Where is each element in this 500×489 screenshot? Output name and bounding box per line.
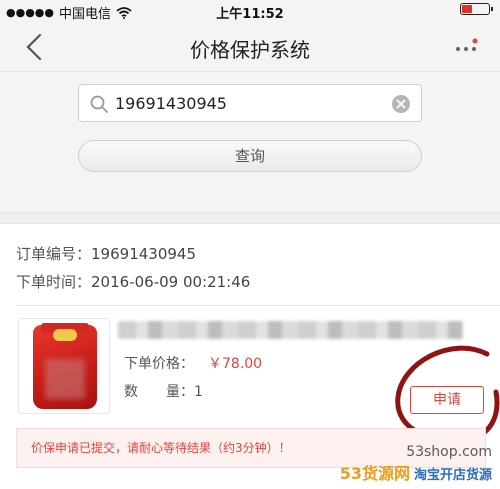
search-icon	[90, 95, 108, 113]
price-row: 下单价格： ￥78.00	[124, 353, 262, 373]
order-time-label: 下单时间：	[16, 273, 92, 291]
clear-icon[interactable]	[391, 94, 411, 114]
info-divider	[16, 305, 500, 306]
battery-level	[462, 5, 472, 13]
status-time: 上午11:52	[216, 7, 284, 22]
watermark-brand: 53货源网	[339, 464, 410, 483]
search-box[interactable]	[78, 84, 422, 122]
page-title: 价格保护系统	[190, 38, 310, 62]
section-divider	[0, 212, 500, 224]
apply-button[interactable]: 申请	[410, 386, 484, 414]
order-number-row: 订单编号：19691430945	[16, 244, 250, 272]
product-title-blurred	[118, 321, 463, 339]
order-number: 19691430945	[91, 245, 196, 263]
quantity-value: 1	[194, 384, 203, 400]
watermark-site: 53shop.com	[406, 444, 492, 460]
order-time-row: 下单时间：2016-06-09 00:21:46	[16, 272, 250, 300]
quantity-label-1: 数	[124, 384, 138, 400]
order-time: 2016-06-09 00:21:46	[91, 273, 251, 291]
product-image[interactable]	[18, 318, 110, 414]
query-button[interactable]: 查询	[78, 140, 422, 172]
notice-text: 价保申请已提交，请耐心等待结果（约3分钟）！	[31, 441, 291, 455]
nav-bar: 价格保护系统	[0, 22, 500, 72]
order-number-label: 订单编号：	[16, 245, 92, 263]
quantity-row: 数 量：1	[124, 381, 203, 401]
quantity-label-2: 量：	[166, 384, 194, 400]
status-right	[460, 3, 493, 15]
search-area: 查询	[0, 72, 500, 212]
battery-icon	[460, 3, 493, 15]
product-image-blur	[45, 359, 85, 399]
price-label: 下单价格：	[124, 356, 194, 372]
more-options-icon[interactable]	[454, 36, 478, 56]
price-value: ￥78.00	[208, 356, 263, 372]
watermark: 53shop.com 53货源网 淘宝开店货源	[340, 444, 492, 484]
watermark-subtitle: 淘宝开店货源	[413, 468, 492, 483]
order-info: 订单编号：19691430945 下单时间：2016-06-09 00:21:4…	[16, 244, 250, 300]
search-input[interactable]	[115, 89, 385, 117]
product-bag-badge	[53, 329, 77, 341]
status-bar: ●●●●● 中国电信 上午11:52	[0, 0, 500, 22]
